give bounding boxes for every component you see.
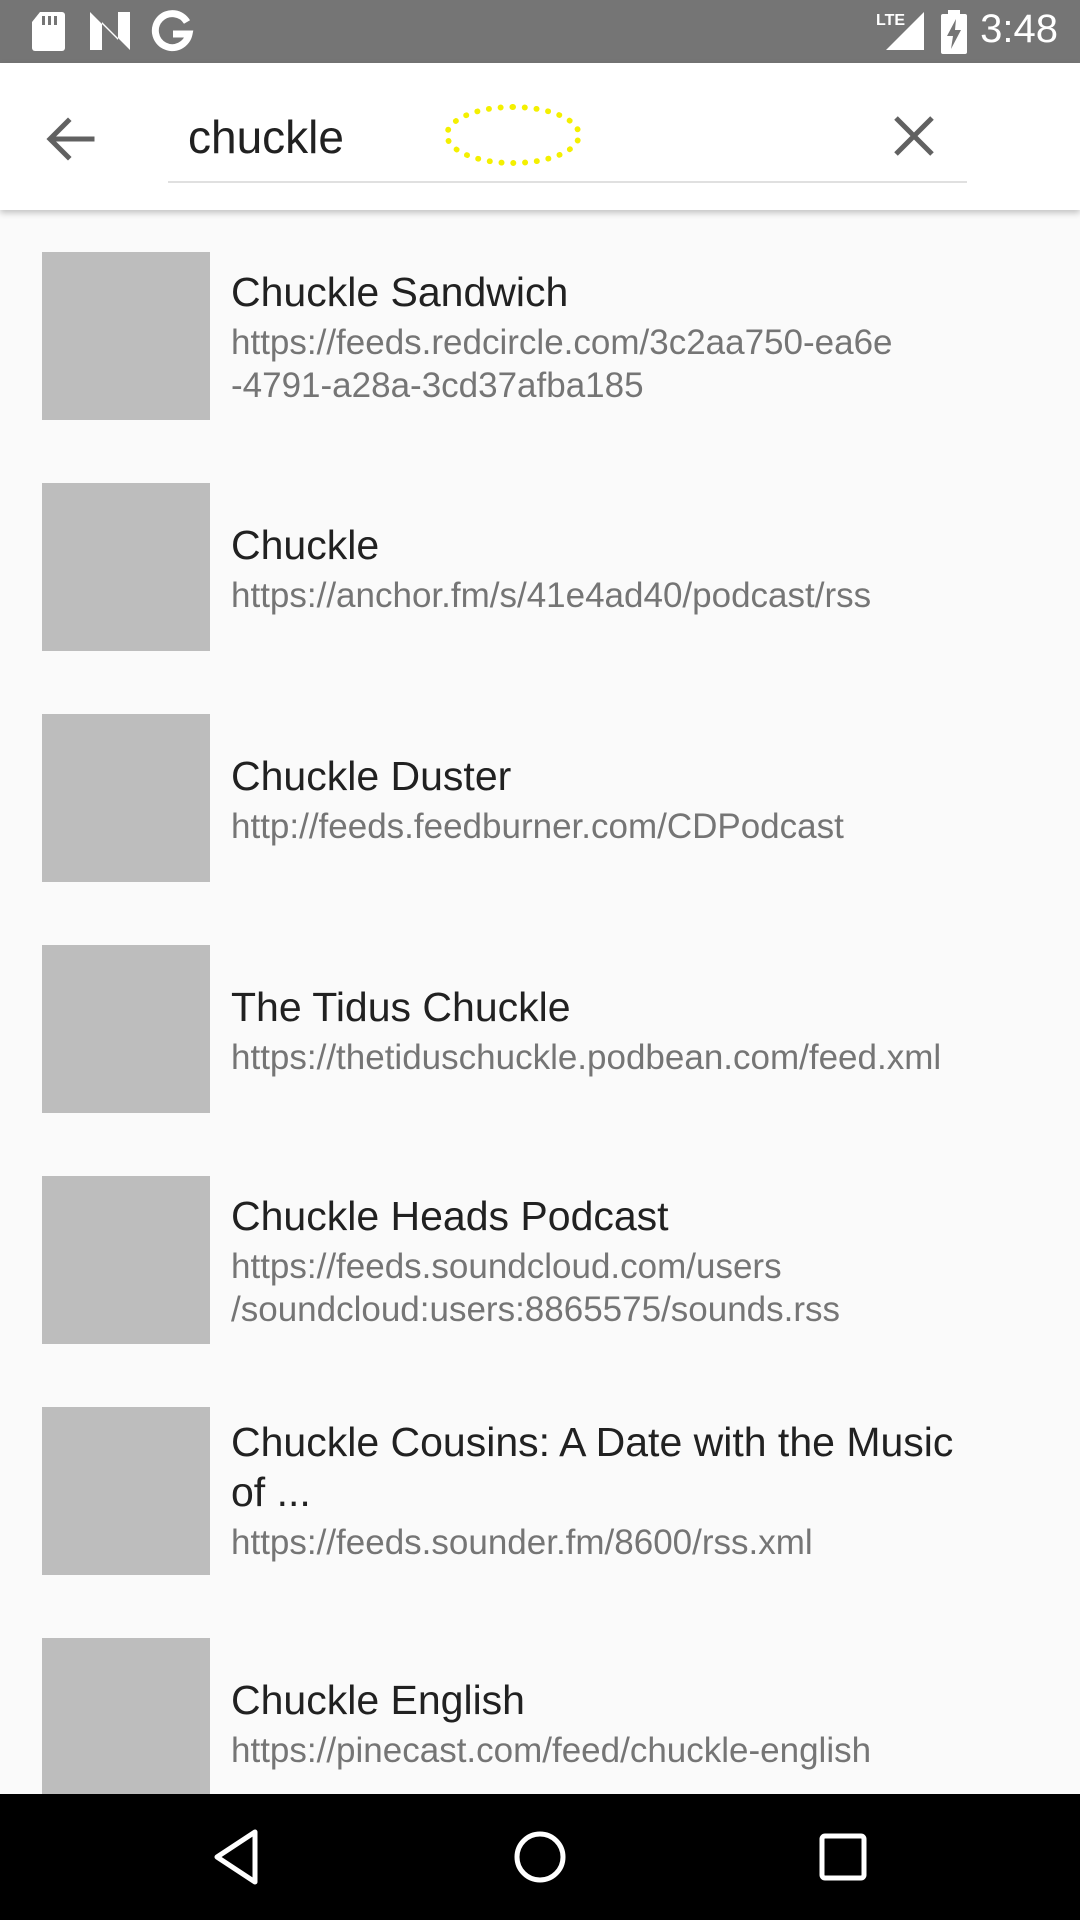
navigation-bar <box>0 1794 1080 1920</box>
podcast-thumbnail <box>42 1176 210 1344</box>
nav-recents-icon[interactable] <box>810 1824 876 1890</box>
battery-charging-icon <box>941 10 967 54</box>
podcast-title: Chuckle English <box>231 1677 525 1723</box>
podcast-thumbnail <box>42 252 210 420</box>
podcast-title: Chuckle Sandwich <box>231 269 569 315</box>
list-item[interactable]: Chuckle https://anchor.fm/s/41e4ad40/pod… <box>0 441 1080 672</box>
podcast-thumbnail <box>42 945 210 1113</box>
touch-indicator <box>444 104 582 166</box>
status-bar: LTE 3:48 <box>0 0 1080 63</box>
lte-signal-icon <box>886 12 924 50</box>
list-item[interactable]: The Tidus Chuckle https://thetiduschuckl… <box>0 903 1080 1134</box>
podcast-feed-url: https://pinecast.com/feed/chuckle-englis… <box>231 1731 872 1770</box>
nav-back-icon[interactable] <box>205 1824 271 1890</box>
sd-card-icon <box>32 12 65 51</box>
close-icon[interactable] <box>888 110 940 162</box>
podcast-feed-url: https://thetiduschuckle.podbean.com/feed… <box>231 1038 942 1077</box>
podcast-thumbnail <box>42 483 210 651</box>
search-app-bar <box>0 63 1080 210</box>
podcast-feed-url: https://feeds.sounder.fm/8600/rss.xml <box>231 1523 813 1562</box>
list-item[interactable]: Chuckle English https://pinecast.com/fee… <box>0 1596 1080 1794</box>
result-text: The Tidus Chuckle https://thetiduschuckl… <box>231 982 1031 1079</box>
podcast-feed-url: https://feeds.soundcloud.com/users /soun… <box>231 1247 841 1329</box>
podcast-feed-url: https://anchor.fm/s/41e4ad40/podcast/rss <box>231 576 872 615</box>
podcast-title: Chuckle <box>231 522 380 568</box>
result-text: Chuckle Heads Podcast https://feeds.soun… <box>231 1191 1031 1331</box>
podcast-feed-url: http://feeds.feedburner.com/CDPodcast <box>231 807 844 846</box>
list-item[interactable]: Chuckle Sandwich https://feeds.redcircle… <box>0 210 1080 441</box>
podcast-thumbnail <box>42 1407 210 1575</box>
clock: 3:48 <box>980 7 1058 51</box>
result-text: Chuckle https://anchor.fm/s/41e4ad40/pod… <box>231 520 1031 617</box>
result-text: Chuckle Duster http://feeds.feedburner.c… <box>231 751 1031 848</box>
podcast-thumbnail <box>42 1638 210 1794</box>
podcast-thumbnail <box>42 714 210 882</box>
podcast-title: Chuckle Cousins: A Date with the Music o… <box>231 1419 954 1515</box>
n-logo-icon <box>90 12 130 50</box>
list-item[interactable]: Chuckle Cousins: A Date with the Music o… <box>0 1365 1080 1596</box>
podcast-title: Chuckle Heads Podcast <box>231 1193 669 1239</box>
list-item[interactable]: Chuckle Heads Podcast https://feeds.soun… <box>0 1134 1080 1365</box>
nav-home-icon[interactable] <box>507 1824 573 1890</box>
podcast-title: The Tidus Chuckle <box>231 984 571 1030</box>
podcast-title: Chuckle Duster <box>231 753 512 799</box>
google-icon <box>151 10 194 52</box>
search-results-list: Chuckle Sandwich https://feeds.redcircle… <box>0 210 1080 1794</box>
result-text: Chuckle Cousins: A Date with the Music o… <box>231 1417 1031 1564</box>
list-item[interactable]: Chuckle Duster http://feeds.feedburner.c… <box>0 672 1080 903</box>
back-arrow-icon[interactable] <box>40 108 102 170</box>
result-text: Chuckle English https://pinecast.com/fee… <box>231 1675 1031 1772</box>
podcast-feed-url: https://feeds.redcircle.com/3c2aa750-ea6… <box>231 323 893 405</box>
result-text: Chuckle Sandwich https://feeds.redcircle… <box>231 267 1031 407</box>
screen: LTE 3:48 Chuckle Sandwich https://fe <box>0 0 1080 1920</box>
